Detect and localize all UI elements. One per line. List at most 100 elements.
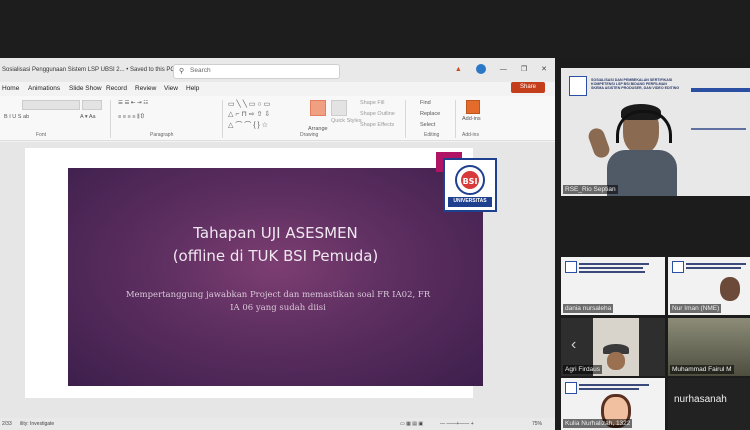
participant-tile[interactable]: ‹ Agri Firdaus [561,318,665,376]
participant-tile[interactable]: Nur Iman (NME) [668,257,750,315]
tab-home[interactable]: Home [2,85,19,92]
title-bar: Sosialisasi Penggunaan Sistem LSP UBSI 2… [0,58,555,82]
participant-tile[interactable]: Muhammad Fairul M [668,318,750,376]
search-icon: ⚲ [179,68,185,75]
tab-animations[interactable]: Animations [28,85,60,92]
participant-name-large: nurhasanah [674,394,727,405]
slide-title-line1: Tahapan UJI ASESMEN [193,224,358,242]
banner-line3: SKEMA ASISTEN PRODUSER, DAN VIDEO EDITIN… [591,86,680,90]
search-placeholder: Search [190,67,211,74]
mini-text-line [579,384,649,386]
divider [222,100,223,138]
participant-face [607,352,625,370]
participant-name: Muhammad Fairul M [670,365,734,374]
speaker-tile[interactable]: SOSIALISASI DAN PEMBEKALAN SERTIFIKASI K… [561,68,750,196]
find-button[interactable]: Find [420,100,431,106]
mini-text-line [686,263,746,265]
divider [110,100,111,138]
tab-slide-show[interactable]: Slide Show [69,85,102,92]
zoom-slider[interactable]: — ——+—— + [440,421,474,427]
arrange-icon[interactable] [310,100,326,116]
restore-icon[interactable]: ❐ [521,65,527,73]
participants-panel: SOSIALISASI DAN PEMBEKALAN SERTIFIKASI K… [558,58,750,430]
mini-logo [672,261,684,273]
warning-icon[interactable]: ▲ [455,66,462,73]
group-font-label: Font [36,132,47,138]
mini-logo [565,261,577,273]
tab-help[interactable]: Help [186,85,199,92]
mini-text-line [579,267,643,269]
group-drawing-label: Drawing [300,132,319,138]
speaker-banner: SOSIALISASI DAN PEMBEKALAN SERTIFIKASI K… [591,78,681,90]
replace-button[interactable]: Replace [420,111,440,117]
divider [455,100,456,138]
search-box[interactable]: ⚲ Search [173,64,340,79]
ribbon: B I U S ab A ▾ Aa Font ☰ ☰ ⇤ ⇥ ☷ ≡ ≡ ≡ ≡… [0,96,555,141]
tab-record[interactable]: Record [106,85,127,92]
shape-effects-button[interactable]: Shape Effects [360,122,394,128]
powerpoint-window: Sosialisasi Penggunaan Sistem LSP UBSI 2… [0,58,555,430]
minimize-icon[interactable]: — [500,66,507,73]
quick-styles-button[interactable]: Quick Styles [331,118,362,124]
shapes-row3-icon[interactable]: △ ⌒ ⌒ { } ☆ [228,120,268,130]
group-paragraph-label: Paragraph [150,132,174,138]
participant-name: Kulia Nurhalizah, 1322 [563,419,633,428]
participant-name: Agri Firdaus [563,365,603,374]
tab-review[interactable]: Review [135,85,156,92]
view-icons[interactable]: ▭ ▦ ▤ ▣ [400,421,423,427]
group-addins-label: Add-ins [462,132,479,138]
select-button[interactable]: Select [420,122,435,128]
speaker-logo [569,76,587,96]
slide-body-line1: Mempertanggung jawabkan Project dan mema… [125,290,431,300]
speaker-hand [586,126,612,160]
window-controls: ▲ — ❐ ✕ [455,64,547,74]
headphones-icon [616,110,672,143]
shapes-row2-icon[interactable]: △ ⌐ ⊓ ⇨ ⇧ ⇩ [228,110,270,118]
account-avatar[interactable] [475,64,486,74]
logo-text: UNIVERSITAS [453,198,487,204]
participant-tile[interactable]: nurhasanah [668,378,750,430]
font-color-icon[interactable]: A ▾ Aa [80,114,96,120]
mini-text-line [579,388,639,390]
svg-text:BSI: BSI [463,177,478,186]
bullets-icon[interactable]: ☰ ☰ ⇤ ⇥ ☷ [118,100,148,106]
participant-name: Nur Iman (NME) [670,304,722,313]
bg-text [691,128,746,130]
bold-icon[interactable]: B I U S ab [4,114,29,120]
ribbon-tabs: Home Animations Slide Show Record Review… [0,82,555,96]
top-black-bar [0,0,750,58]
chevron-left-icon[interactable]: ‹ [571,336,576,354]
slide-title-line2: (offline di TUK BSI Pemuda) [172,247,379,265]
group-editing-label: Editing [424,132,440,138]
close-icon[interactable]: ✕ [541,65,547,73]
participant-tile[interactable]: dania nursaleha [561,257,665,315]
shape-fill-button[interactable]: Shape Fill [360,100,384,106]
participant-tile[interactable]: Kulia Nurhalizah, 1322 [561,378,665,430]
font-name-dropdown[interactable] [22,100,80,110]
bg-blue-bar [691,88,750,92]
align-icon[interactable]: ≡ ≡ ≡ ≡ ⫼ ⇕ [118,114,144,121]
font-size-dropdown[interactable] [82,100,102,110]
slide-frame: Tahapan UJI ASESMEN (offline di TUK BSI … [25,148,497,398]
accessibility-status[interactable]: ility: Investigate [20,421,54,427]
mini-logo [565,382,577,394]
zoom-level[interactable]: 75% [532,421,542,427]
document-title[interactable]: Sosialisasi Penggunaan Sistem LSP UBSI 2… [2,66,179,73]
participant-name: dania nursaleha [563,304,614,313]
divider [405,100,406,138]
addins-icon[interactable] [466,100,480,114]
shape-outline-button[interactable]: Shape Outline [360,111,395,117]
addins-button[interactable]: Add-ins [462,116,481,122]
participant-name: RSE_Rio Septian [563,185,618,194]
slide-background: Tahapan UJI ASESMEN (offline di TUK BSI … [68,168,483,386]
tab-view[interactable]: View [164,85,178,92]
slide-canvas: Tahapan UJI ASESMEN (offline di TUK BSI … [0,142,555,418]
shapes-gallery-icon[interactable]: ▭ ╲ ╲ ▭ ○ ▭ [228,100,270,108]
slide-body-line2: IA 06 yang sudah diisi [230,303,326,313]
university-logo: BSI UNIVERSITAS [443,158,497,212]
share-button[interactable]: Share [511,82,545,93]
quick-styles-icon[interactable] [331,100,347,116]
status-bar: 2/33 ility: Investigate ▭ ▦ ▤ ▣ — ——+—— … [0,418,555,430]
mini-text-line [686,267,741,269]
mini-text-line [579,271,645,273]
